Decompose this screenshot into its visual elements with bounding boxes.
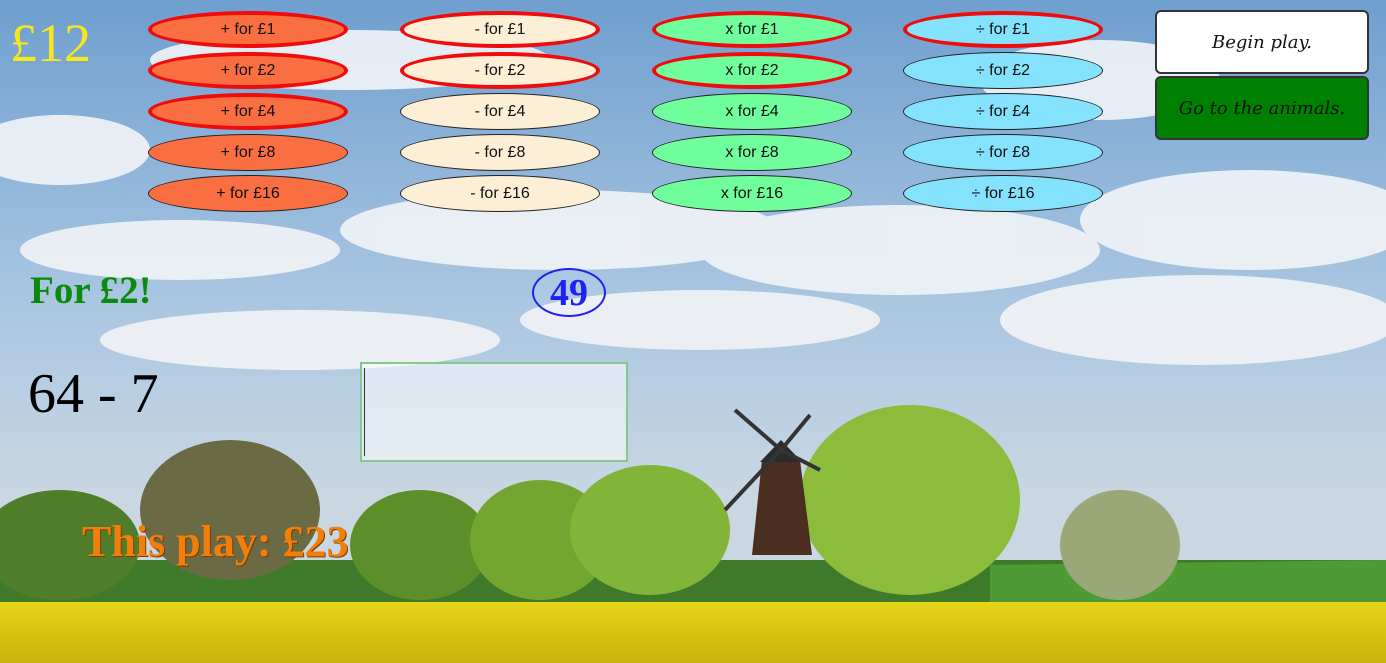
this-play-total: This play: £23 — [82, 517, 349, 566]
go-to-animals-button[interactable]: Go to the animals. — [1155, 76, 1369, 140]
countdown-timer: 49 — [532, 268, 606, 317]
times-4-button[interactable]: x for £4 — [652, 93, 852, 130]
divide-2-button[interactable]: ÷ for £2 — [903, 52, 1103, 89]
minus-16-button[interactable]: - for £16 — [400, 175, 600, 212]
divide-16-button[interactable]: ÷ for £16 — [903, 175, 1103, 212]
minus-2-button[interactable]: - for £2 — [400, 52, 600, 89]
plus-8-button[interactable]: + for £8 — [148, 134, 348, 171]
plus-2-button[interactable]: + for £2 — [148, 52, 348, 89]
stake-label: For £2! — [30, 269, 152, 312]
times-1-button[interactable]: x for £1 — [652, 11, 852, 48]
times-2-button[interactable]: x for £2 — [652, 52, 852, 89]
text-caret — [364, 368, 365, 456]
money-total: £12 — [10, 13, 91, 73]
times-8-button[interactable]: x for £8 — [652, 134, 852, 171]
plus-4-button[interactable]: + for £4 — [148, 93, 348, 130]
divide-8-button[interactable]: ÷ for £8 — [903, 134, 1103, 171]
plus-16-button[interactable]: + for £16 — [148, 175, 348, 212]
begin-play-button[interactable]: Begin play. — [1155, 10, 1369, 74]
divide-1-button[interactable]: ÷ for £1 — [903, 11, 1103, 48]
question-text: 64 - 7 — [28, 363, 159, 425]
divide-4-button[interactable]: ÷ for £4 — [903, 93, 1103, 130]
plus-1-button[interactable]: + for £1 — [148, 11, 348, 48]
minus-1-button[interactable]: - for £1 — [400, 11, 600, 48]
answer-input[interactable] — [360, 362, 628, 462]
minus-4-button[interactable]: - for £4 — [400, 93, 600, 130]
times-16-button[interactable]: x for £16 — [652, 175, 852, 212]
minus-8-button[interactable]: - for £8 — [400, 134, 600, 171]
